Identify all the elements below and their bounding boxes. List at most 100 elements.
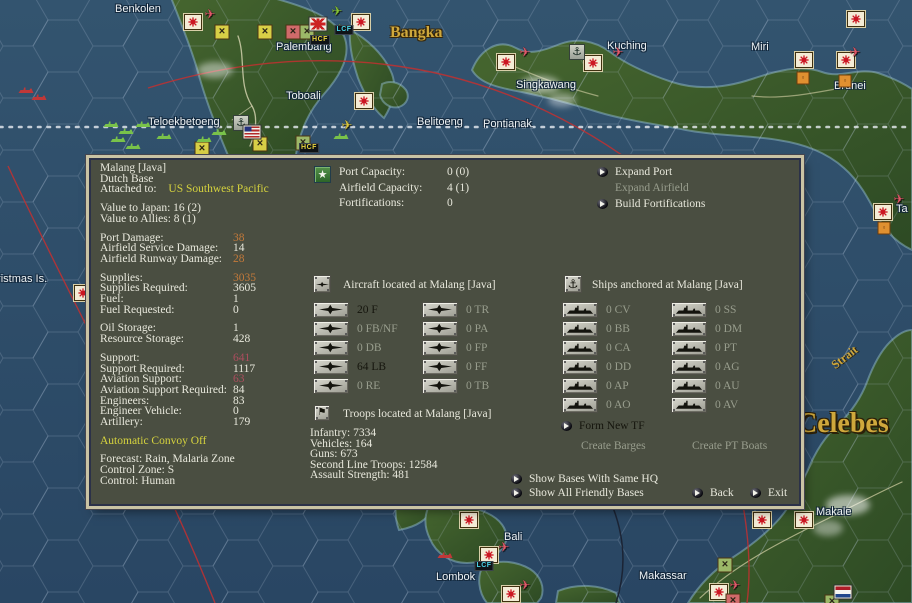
ship-type-button[interactable] bbox=[671, 358, 707, 375]
ship-type-button[interactable] bbox=[562, 301, 598, 318]
aircraft-type-button[interactable] bbox=[313, 301, 349, 318]
ground-unit-marker[interactable]: × bbox=[285, 24, 301, 40]
air-unit-marker[interactable]: ✈ bbox=[342, 119, 353, 132]
ship-type-button[interactable] bbox=[562, 339, 598, 356]
naval-unit-marker[interactable] bbox=[196, 135, 212, 143]
aircraft-section-icon[interactable] bbox=[313, 275, 331, 293]
japanese-base-marker[interactable] bbox=[795, 512, 813, 528]
form-new-tf-button[interactable]: Form New TF bbox=[561, 420, 645, 432]
port-star-button[interactable]: ★ bbox=[314, 166, 331, 183]
air-unit-marker[interactable]: ✈ bbox=[499, 541, 510, 554]
action-arrow-icon bbox=[597, 166, 610, 178]
ground-unit-marker[interactable]: × bbox=[257, 24, 273, 40]
air-unit-marker[interactable]: ✈ bbox=[332, 5, 343, 18]
air-unit-marker[interactable]: ✈ bbox=[850, 46, 861, 59]
map-label: Celebes bbox=[797, 408, 889, 439]
aircraft-type-button[interactable] bbox=[422, 301, 458, 318]
troops-section-title: Troops located at Malang [Java] bbox=[343, 408, 492, 420]
naval-unit-marker[interactable] bbox=[103, 120, 119, 128]
ship-type-button[interactable] bbox=[562, 377, 598, 394]
aircraft-type-button[interactable] bbox=[422, 377, 458, 394]
supply-unit-marker[interactable]: ▫ bbox=[838, 74, 852, 88]
ship-type-button[interactable] bbox=[562, 358, 598, 375]
ground-unit-marker[interactable]: × bbox=[717, 557, 733, 573]
action-arrow-icon bbox=[511, 487, 524, 499]
unit-count: 0 CV bbox=[606, 303, 631, 316]
japanese-base-marker[interactable] bbox=[355, 93, 373, 109]
aircraft-type-button[interactable] bbox=[422, 320, 458, 337]
create-barges-button: Create Barges bbox=[581, 440, 646, 452]
dutch-flag-marker[interactable] bbox=[834, 585, 852, 599]
command-tag-marker[interactable]: LCF bbox=[334, 25, 354, 35]
troops-section-icon[interactable]: ⚑ bbox=[314, 405, 330, 421]
ground-unit-marker[interactable]: × bbox=[214, 24, 230, 40]
expand-port-button[interactable]: Expand Port bbox=[597, 166, 672, 178]
air-unit-marker[interactable]: ✈ bbox=[613, 46, 624, 59]
unit-count: 0 AU bbox=[715, 379, 740, 392]
command-tag-marker[interactable]: LCF bbox=[474, 561, 494, 571]
japanese-base-marker[interactable] bbox=[795, 52, 813, 68]
air-unit-marker[interactable]: ✈ bbox=[894, 193, 905, 206]
attached-hq-link[interactable]: US Southwest Pacific bbox=[168, 183, 268, 196]
japanese-base-marker[interactable] bbox=[584, 55, 602, 71]
build-fortifications-button[interactable]: Build Fortifications bbox=[597, 198, 705, 210]
naval-unit-marker[interactable] bbox=[333, 132, 349, 140]
show-bases-same-hq-button[interactable]: Show Bases With Same HQ bbox=[511, 473, 658, 485]
air-unit-marker[interactable]: ✈ bbox=[205, 8, 216, 21]
us-flag-marker[interactable] bbox=[243, 125, 261, 139]
air-unit-marker[interactable]: ✈ bbox=[520, 46, 531, 59]
command-tag-marker[interactable]: HCF bbox=[310, 35, 330, 45]
naval-unit-marker[interactable] bbox=[110, 135, 126, 143]
japanese-base-marker[interactable] bbox=[184, 14, 202, 30]
ground-unit-marker[interactable]: × bbox=[725, 593, 741, 603]
supply-unit-marker[interactable]: ▫ bbox=[796, 71, 810, 85]
ground-unit-marker[interactable]: × bbox=[194, 141, 210, 157]
back-button[interactable]: Back bbox=[692, 487, 734, 499]
exit-button[interactable]: Exit bbox=[750, 487, 787, 499]
ship-type-button[interactable] bbox=[671, 377, 707, 394]
supply-unit-marker[interactable]: ▫ bbox=[877, 221, 891, 235]
command-tag-marker[interactable]: HCF bbox=[299, 143, 319, 153]
japanese-base-marker[interactable] bbox=[874, 204, 892, 220]
air-unit-marker[interactable]: ✈ bbox=[730, 579, 741, 592]
ships-section-icon[interactable]: ⚓ bbox=[564, 275, 582, 293]
ship-type-button[interactable] bbox=[671, 396, 707, 413]
japanese-base-marker[interactable] bbox=[352, 14, 370, 30]
show-all-friendly-bases-button[interactable]: Show All Friendly Bases bbox=[511, 487, 644, 499]
naval-unit-marker[interactable] bbox=[211, 128, 227, 136]
ground-unit-marker[interactable]: × bbox=[252, 136, 268, 152]
aircraft-type-button[interactable] bbox=[422, 339, 458, 356]
stat-value: 641 bbox=[233, 351, 251, 364]
unit-row: 0 TR bbox=[422, 300, 489, 319]
air-unit-marker[interactable]: ✈ bbox=[520, 579, 531, 592]
stat-row: Supplies Required: 3605 bbox=[100, 282, 256, 295]
japanese-base-marker[interactable] bbox=[497, 54, 515, 70]
ship-type-button[interactable] bbox=[562, 320, 598, 337]
naval-unit-marker[interactable] bbox=[437, 551, 453, 559]
naval-unit-marker[interactable] bbox=[125, 142, 141, 150]
unit-row: 0 CA bbox=[562, 338, 631, 357]
aircraft-type-button[interactable] bbox=[313, 377, 349, 394]
uk-flag-marker[interactable] bbox=[309, 17, 327, 31]
ship-type-button[interactable] bbox=[562, 396, 598, 413]
japanese-base-marker[interactable] bbox=[753, 512, 771, 528]
naval-unit-marker[interactable] bbox=[31, 93, 47, 101]
unit-count: 0 DB bbox=[357, 341, 382, 354]
map-label: Singkawang bbox=[516, 79, 576, 91]
japanese-base-marker[interactable] bbox=[460, 512, 478, 528]
map-label: Pontianak bbox=[483, 118, 532, 130]
ship-type-button[interactable] bbox=[671, 339, 707, 356]
ship-type-button[interactable] bbox=[671, 320, 707, 337]
aircraft-type-button[interactable] bbox=[313, 358, 349, 375]
aircraft-type-button[interactable] bbox=[422, 358, 458, 375]
naval-unit-marker[interactable] bbox=[156, 132, 172, 140]
anchor-marker[interactable]: ⚓ bbox=[569, 44, 585, 60]
japanese-base-marker[interactable] bbox=[847, 11, 865, 27]
naval-unit-marker[interactable] bbox=[118, 127, 134, 135]
aircraft-type-button[interactable] bbox=[313, 339, 349, 356]
aircraft-type-button[interactable] bbox=[313, 320, 349, 337]
ship-type-button[interactable] bbox=[671, 301, 707, 318]
unit-row: 0 RE bbox=[313, 376, 398, 395]
japanese-base-marker[interactable] bbox=[502, 586, 520, 602]
naval-unit-marker[interactable] bbox=[135, 120, 151, 128]
